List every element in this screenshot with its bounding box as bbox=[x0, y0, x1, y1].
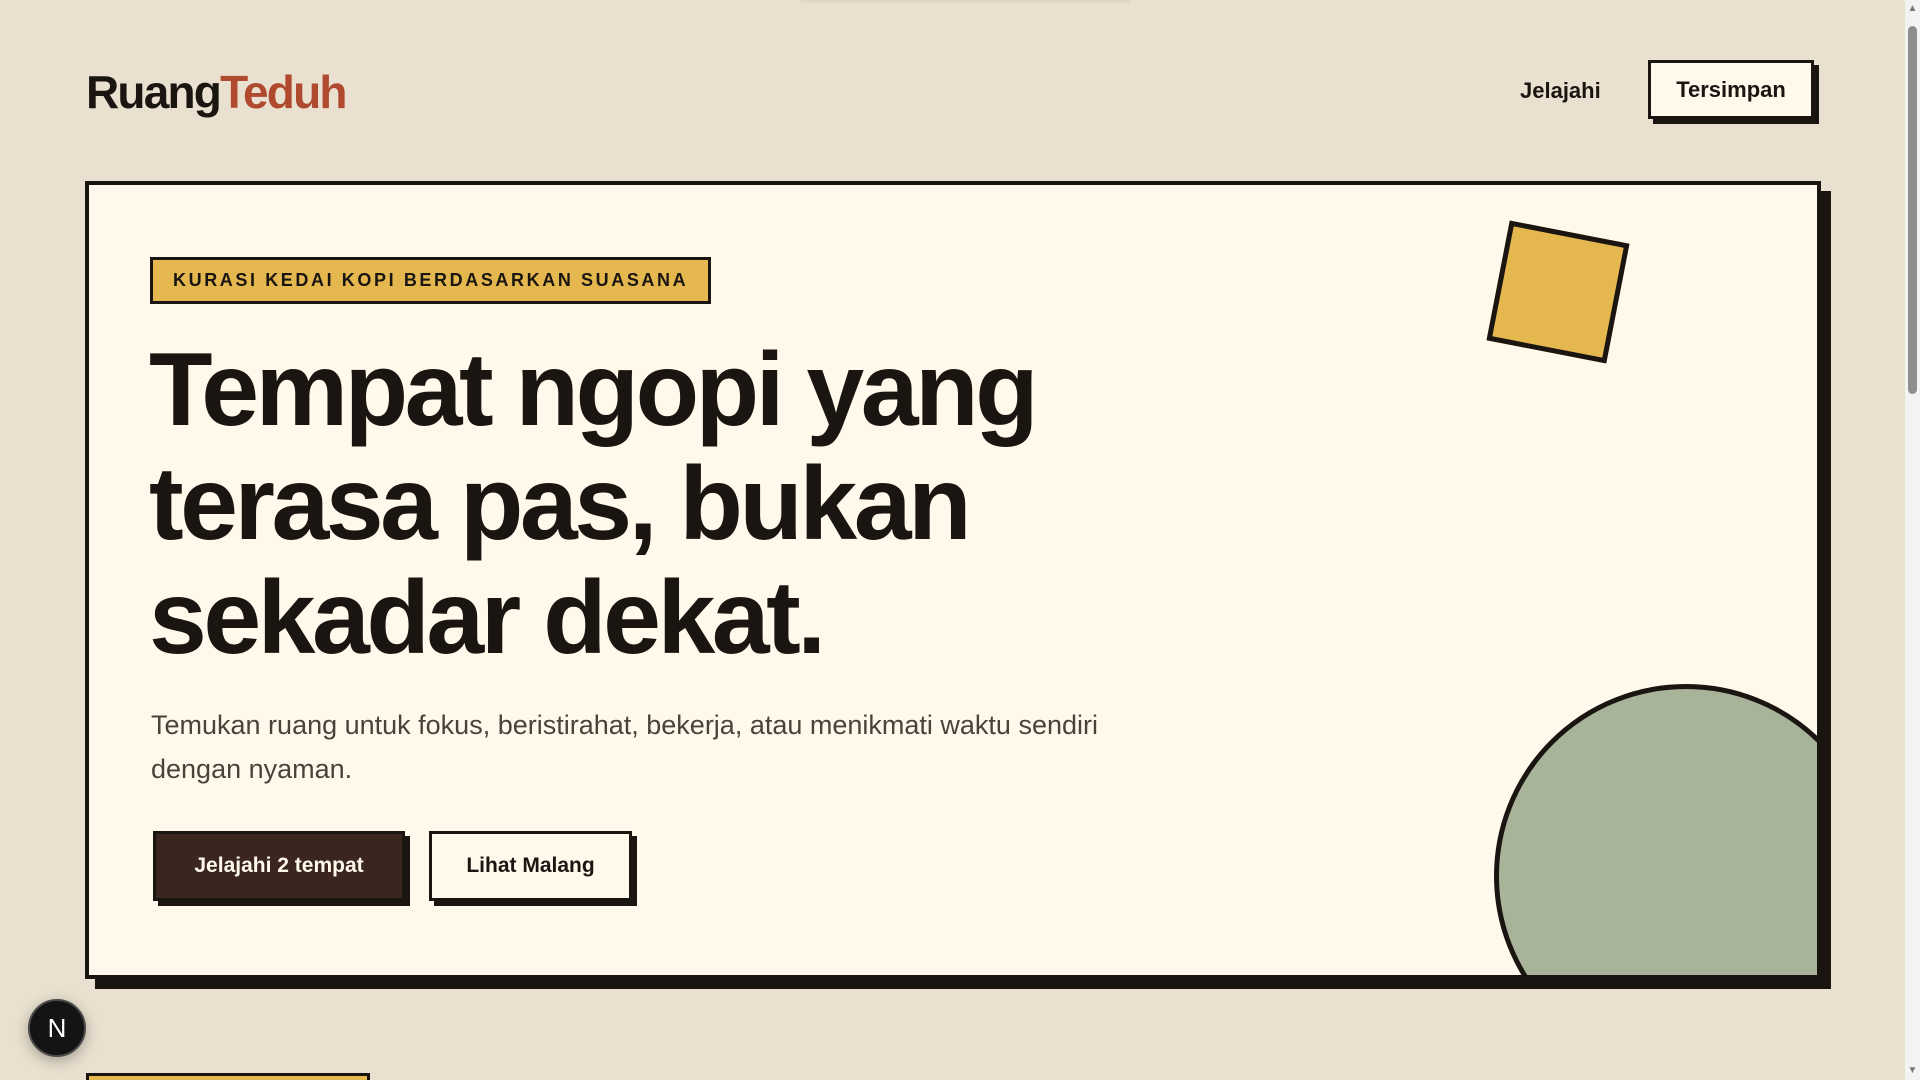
logo-ruang: Ruang bbox=[86, 66, 222, 118]
see-malang-button[interactable]: Lihat Malang bbox=[429, 831, 632, 901]
logo[interactable]: RuangTeduh bbox=[86, 64, 347, 120]
saved-button[interactable]: Tersimpan bbox=[1648, 60, 1814, 119]
scrollbar[interactable]: ▲ ▼ bbox=[1905, 0, 1920, 1080]
hero-subtitle: Temukan ruang untuk fokus, beristirahat,… bbox=[151, 710, 1098, 784]
scroll-down-icon[interactable]: ▼ bbox=[1907, 1064, 1918, 1078]
decorative-circle bbox=[1494, 684, 1817, 975]
scroll-up-icon[interactable]: ▲ bbox=[1907, 2, 1918, 16]
explore-places-button[interactable]: Jelajahi 2 tempat bbox=[153, 831, 405, 901]
page: RuangTeduh Jelajahi Tersimpan KURASI KED… bbox=[0, 0, 1920, 1080]
decorative-square bbox=[1486, 220, 1630, 364]
hero-headline: Tempat ngopi yang terasa pas, bukan seka… bbox=[149, 332, 1039, 676]
scrollbar-thumb[interactable] bbox=[1908, 26, 1917, 394]
eyebrow-tag: KURASI KEDAI KOPI BERDASARKAN SUASANA bbox=[150, 257, 712, 304]
next-section-tag bbox=[86, 1073, 370, 1080]
nav-explore-link[interactable]: Jelajahi bbox=[1520, 78, 1601, 104]
logo-teduh: Teduh bbox=[220, 66, 347, 118]
top-shade bbox=[800, 0, 1130, 4]
hero-card: KURASI KEDAI KOPI BERDASARKAN SUASANA Te… bbox=[85, 181, 1821, 979]
nextjs-dev-badge[interactable]: N bbox=[28, 999, 86, 1057]
